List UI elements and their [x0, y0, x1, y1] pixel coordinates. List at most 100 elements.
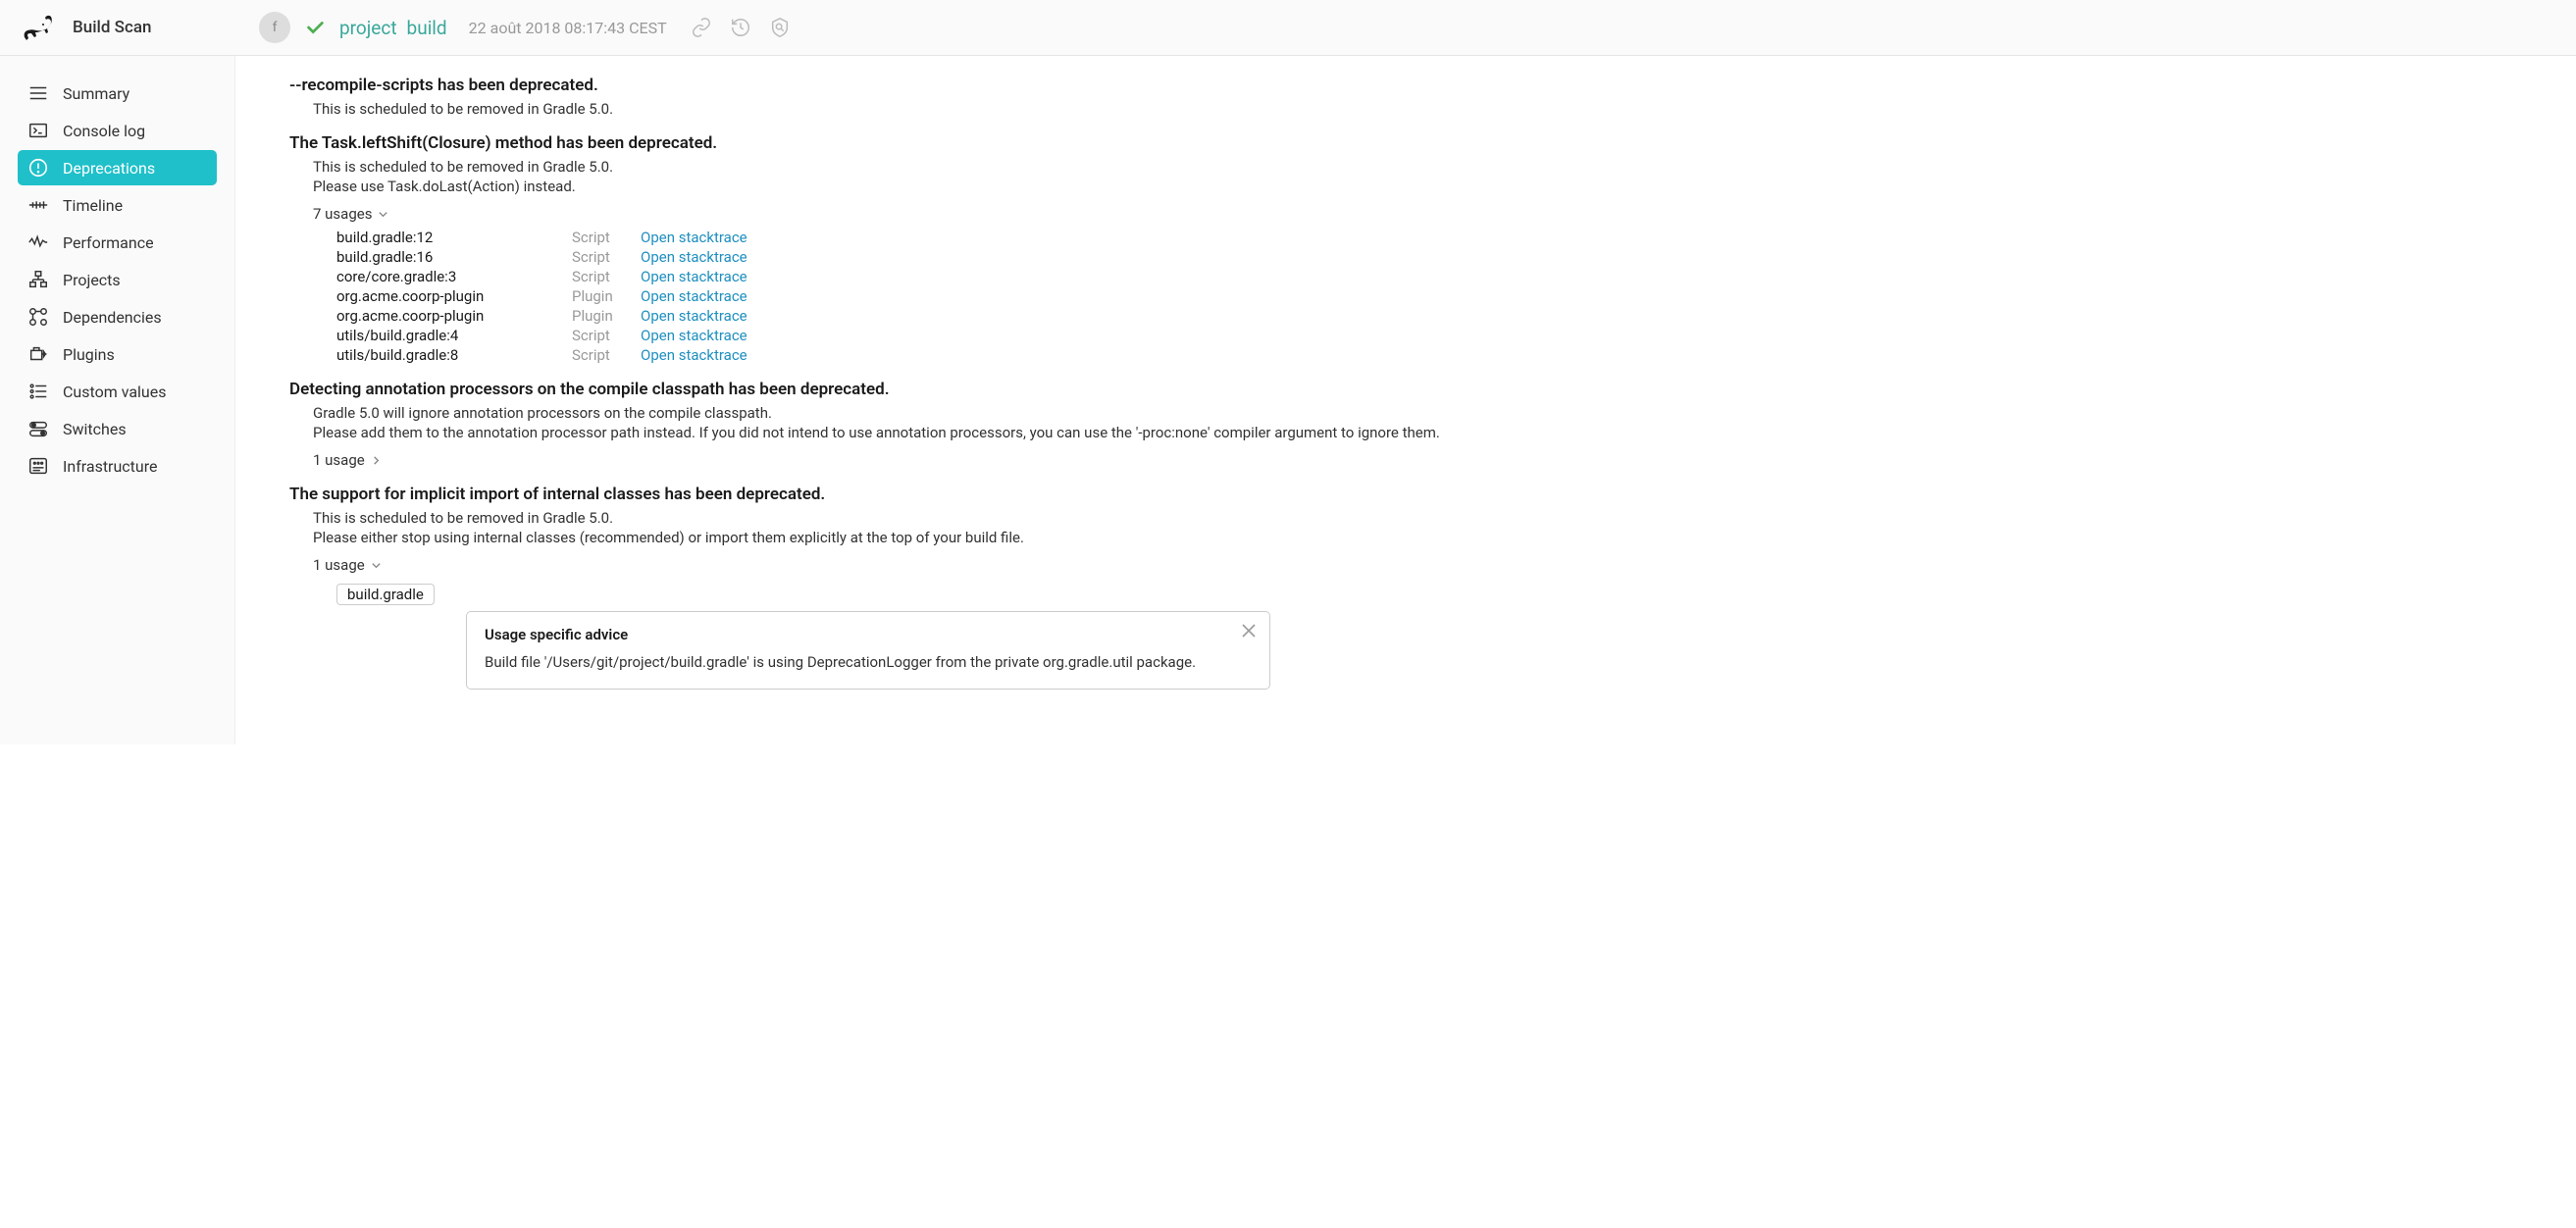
usage-kind: Script: [572, 346, 641, 364]
build-timestamp: 22 août 2018 08:17:43 CEST: [469, 19, 667, 37]
sidebar-item-label: Switches: [63, 420, 127, 438]
sidebar-item-dependencies[interactable]: Dependencies: [18, 299, 217, 334]
deprecation-desc: This is scheduled to be removed in Gradl…: [313, 158, 2537, 176]
usage-row: org.acme.coorp-plugin Plugin Open stackt…: [336, 307, 2537, 325]
projects-icon: [27, 269, 49, 290]
chevron-down-icon: [371, 560, 382, 571]
deprecation-desc: Please add them to the annotation proces…: [313, 424, 2537, 441]
link-icon[interactable]: [691, 17, 712, 38]
usage-location: build.gradle:12: [336, 229, 572, 246]
deprecation-section: The Task.leftShift(Closure) method has b…: [289, 133, 2537, 364]
usage-location: utils/build.gradle:4: [336, 327, 572, 344]
sidebar-item-label: Deprecations: [63, 159, 155, 178]
usage-kind: Script: [572, 248, 641, 266]
sidebar-item-label: Summary: [63, 84, 129, 103]
sidebar-item-console-log[interactable]: Console log: [18, 113, 217, 148]
main-content: --recompile-scripts has been deprecated.…: [235, 56, 2576, 744]
usage-table: build.gradle:12 Script Open stacktrace b…: [336, 229, 2537, 364]
usage-row: build.gradle:16 Script Open stacktrace: [336, 248, 2537, 266]
sidebar-item-timeline[interactable]: Timeline: [18, 187, 217, 223]
summary-icon: [27, 82, 49, 104]
sidebar-item-deprecations[interactable]: Deprecations: [18, 150, 217, 185]
usage-row: org.acme.coorp-plugin Plugin Open stackt…: [336, 287, 2537, 305]
advice-title: Usage specific advice: [485, 626, 1252, 643]
usage-location: utils/build.gradle:8: [336, 346, 572, 364]
custom-values-icon: [27, 381, 49, 402]
deprecation-title: --recompile-scripts has been deprecated.: [289, 76, 2537, 95]
project-build-label: project build: [339, 17, 447, 39]
deprecation-desc: Gradle 5.0 will ignore annotation proces…: [313, 404, 2537, 422]
usages-toggle[interactable]: 7 usages: [313, 205, 2537, 223]
performance-icon: [27, 231, 49, 253]
sidebar-item-label: Infrastructure: [63, 457, 157, 476]
usage-kind: Script: [572, 268, 641, 285]
sidebar-item-label: Dependencies: [63, 308, 162, 327]
avatar[interactable]: f: [259, 12, 290, 43]
sidebar-item-switches[interactable]: Switches: [18, 411, 217, 446]
deprecation-section: --recompile-scripts has been deprecated.…: [289, 76, 2537, 118]
search-badge-icon[interactable]: [769, 17, 791, 38]
infrastructure-icon: [27, 455, 49, 477]
gradle-elephant-icon: [20, 13, 59, 42]
topbar-action-icons: [691, 17, 791, 38]
sidebar-item-label: Custom values: [63, 383, 166, 401]
close-icon[interactable]: [1240, 622, 1258, 640]
deprecation-desc: Please use Task.doLast(Action) instead.: [313, 178, 2537, 195]
usages-count: 1 usage: [313, 556, 365, 574]
open-stacktrace-link[interactable]: Open stacktrace: [641, 346, 747, 364]
open-stacktrace-link[interactable]: Open stacktrace: [641, 327, 747, 344]
sidebar-item-plugins[interactable]: Plugins: [18, 336, 217, 372]
sidebar-item-label: Timeline: [63, 196, 123, 215]
open-stacktrace-link[interactable]: Open stacktrace: [641, 307, 747, 325]
console-icon: [27, 120, 49, 141]
usage-kind: Plugin: [572, 287, 641, 305]
usage-row: utils/build.gradle:8 Script Open stacktr…: [336, 346, 2537, 364]
open-stacktrace-link[interactable]: Open stacktrace: [641, 268, 747, 285]
sidebar-item-projects[interactable]: Projects: [18, 262, 217, 297]
chevron-down-icon: [378, 209, 388, 220]
logo-wrap: Build Scan: [20, 13, 235, 42]
topbar: Build Scan f project build 22 août 2018 …: [0, 0, 2576, 56]
usage-row: build.gradle:12 Script Open stacktrace: [336, 229, 2537, 246]
open-stacktrace-link[interactable]: Open stacktrace: [641, 287, 747, 305]
build-name[interactable]: build: [407, 17, 447, 39]
usage-file-pill[interactable]: build.gradle: [336, 584, 435, 605]
sidebar-item-infrastructure[interactable]: Infrastructure: [18, 448, 217, 484]
plugins-icon: [27, 343, 49, 365]
chevron-right-icon: [371, 455, 382, 466]
sidebar-item-label: Performance: [63, 233, 154, 252]
switches-icon: [27, 418, 49, 439]
usages-toggle[interactable]: 1 usage: [313, 556, 2537, 574]
usages-toggle[interactable]: 1 usage: [313, 451, 2537, 469]
status-check-icon: [304, 17, 326, 38]
deprecation-section: The support for implicit import of inter…: [289, 485, 2537, 690]
usage-row: utils/build.gradle:4 Script Open stacktr…: [336, 327, 2537, 344]
usage-location: org.acme.coorp-plugin: [336, 307, 572, 325]
deprecation-title: The support for implicit import of inter…: [289, 485, 2537, 504]
timeline-icon: [27, 194, 49, 216]
usages-count: 1 usage: [313, 451, 365, 469]
usages-count: 7 usages: [313, 205, 372, 223]
open-stacktrace-link[interactable]: Open stacktrace: [641, 248, 747, 266]
sidebar-item-label: Plugins: [63, 345, 115, 364]
deprecation-desc: Please either stop using internal classe…: [313, 529, 2537, 546]
deprecations-icon: [27, 157, 49, 179]
sidebar: Summary Console log Deprecations Timelin…: [0, 56, 235, 744]
deprecation-title: The Task.leftShift(Closure) method has b…: [289, 133, 2537, 153]
sidebar-item-custom-values[interactable]: Custom values: [18, 374, 217, 409]
sidebar-item-label: Projects: [63, 271, 121, 289]
deprecation-desc: This is scheduled to be removed in Gradl…: [313, 509, 2537, 527]
history-icon[interactable]: [730, 17, 751, 38]
sidebar-item-summary[interactable]: Summary: [18, 76, 217, 111]
deprecation-section: Detecting annotation processors on the c…: [289, 380, 2537, 469]
advice-box: Usage specific advice Build file '/Users…: [466, 611, 1270, 690]
usage-kind: Script: [572, 327, 641, 344]
usage-location: org.acme.coorp-plugin: [336, 287, 572, 305]
open-stacktrace-link[interactable]: Open stacktrace: [641, 229, 747, 246]
advice-body: Build file '/Users/git/project/build.gra…: [485, 653, 1252, 671]
project-name[interactable]: project: [339, 17, 397, 39]
usage-location: build.gradle:16: [336, 248, 572, 266]
usage-row: core/core.gradle:3 Script Open stacktrac…: [336, 268, 2537, 285]
sidebar-item-performance[interactable]: Performance: [18, 225, 217, 260]
deprecation-title: Detecting annotation processors on the c…: [289, 380, 2537, 399]
